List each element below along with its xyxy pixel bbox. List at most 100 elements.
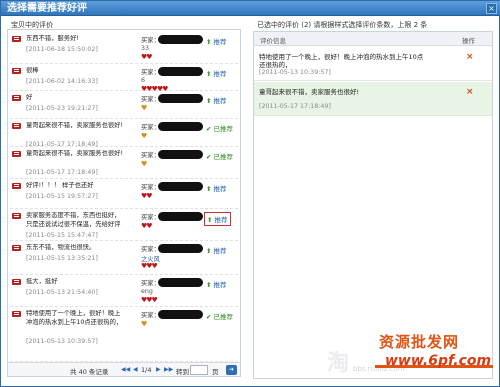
buyer-credit-hearts-icon: ♥ xyxy=(141,132,147,140)
next-page-icon[interactable]: ▶ xyxy=(156,366,161,373)
selected-review-row: 童哥起来很不错，卖家服务也很好! [2011-05-17 17:18:49] × xyxy=(254,82,492,116)
review-row: 卖家服务态度不错，东西也挺好，只是还说试过很不保温，先给好评 [2011-05-1… xyxy=(10,210,238,241)
last-page-icon[interactable]: ▶▶ xyxy=(164,366,173,373)
review-flag-icon xyxy=(12,213,21,219)
review-date: [2011-05-17 17:18:49] xyxy=(26,141,98,148)
dialog-title: 选择需要推荐好评 xyxy=(7,3,87,14)
buyer-extra: 6 xyxy=(141,77,146,84)
page-input[interactable] xyxy=(190,365,208,375)
selected-review-text: 特地使用了一个晚上，很好！晚上冲泡的热水到上午10点还很热的， xyxy=(259,53,424,69)
buyer-name-redacted xyxy=(158,244,203,253)
recommended-status: ✔ 已推荐 xyxy=(206,123,233,133)
go-button[interactable]: ➜ xyxy=(226,365,237,375)
recommend-label: 推荐 xyxy=(213,70,227,78)
review-row: 挺大，挺好 [2011-05-13 21:54:40] 买家： eng ♥♥♥ ⬆ 推荐 xyxy=(10,276,238,307)
up-arrow-icon: ⬆ xyxy=(206,185,212,193)
review-flag-icon xyxy=(12,183,21,189)
check-icon: ✔ xyxy=(206,313,212,321)
page-unit-label: 页 xyxy=(212,368,219,376)
recommend-button[interactable]: ⬆ 推荐 xyxy=(206,245,227,255)
review-text: 特地使用了一个晚上，很好！晚上冲泡的热水到上午10点还很热的， xyxy=(26,310,123,326)
buyer-name-redacted xyxy=(158,35,203,44)
review-flag-icon xyxy=(12,311,21,317)
recommend-button[interactable]: ⬆ 推荐 xyxy=(206,68,227,78)
buyer-extra: 33 xyxy=(141,45,150,52)
pager: 共 40 条记录 ◀◀ ◀ 1/4 ▶ ▶▶ 转到 页 ➜ xyxy=(8,362,240,376)
check-icon: ✔ xyxy=(206,153,212,161)
watermark: 淘 bbs.ruanz.com 资源批发网 www.6pf.com xyxy=(313,331,493,379)
review-date: [2011-05-15 13:35:21] xyxy=(26,255,98,262)
review-row: 很棒 [2011-06-02 14:16:33] 买家： 6 ♥♥♥♥♥ ⬆ 推荐 xyxy=(10,65,238,93)
recommended-status: ✔ 已推荐 xyxy=(206,151,233,161)
review-date: [2011-06-18 15:50:02] xyxy=(26,46,98,53)
buyer-name-redacted xyxy=(158,310,203,319)
recommended-label: 已推荐 xyxy=(213,313,234,321)
buyer-credit-hearts-icon: ♥♥♥ xyxy=(141,296,158,304)
pager-current: 1/4 xyxy=(141,366,152,374)
recommend-button[interactable]: ⬆ 推荐 xyxy=(206,95,227,105)
recommended-label: 已推荐 xyxy=(213,153,234,161)
review-text: 东西不错，服务好! xyxy=(26,35,79,42)
buyer-name-redacted xyxy=(158,67,203,76)
recommend-button[interactable]: ⬆ 推荐 xyxy=(206,183,227,193)
review-text: 挺大，挺好 xyxy=(26,278,58,285)
selected-review-date: [2011-05-13 10:39:57] xyxy=(259,69,331,76)
selected-review-date: [2011-05-17 17:18:49] xyxy=(259,103,331,110)
up-arrow-icon: ⬆ xyxy=(206,97,212,105)
watermark-line1: 资源批发网 xyxy=(379,333,460,351)
remove-icon[interactable]: × xyxy=(466,52,474,62)
recommend-label: 推荐 xyxy=(213,38,227,46)
watermark-faint: 淘 xyxy=(327,351,350,376)
recommend-button[interactable]: ⬆ 推荐 xyxy=(204,212,231,226)
selected-reviews-panel: 评价信息 操作 特地使用了一个晚上，很好！晚上冲泡的热水到上午10点还很热的，[… xyxy=(253,31,493,379)
up-arrow-icon: ⬆ xyxy=(206,247,212,255)
review-flag-icon xyxy=(12,123,21,129)
up-arrow-icon: ⬆ xyxy=(206,70,212,78)
review-text: 很棒 xyxy=(26,67,39,74)
review-date: [2011-05-23 19:21:27] xyxy=(26,105,98,112)
close-icon[interactable]: × xyxy=(486,3,497,14)
up-arrow-icon: ⬆ xyxy=(207,216,213,224)
recommend-label: 推荐 xyxy=(213,281,227,289)
review-row: 东东不错，物流也很快。 [2011-05-15 13:35:21] 买家： 之火风 ♥♥… xyxy=(10,242,238,275)
right-panel-heading: 已选中的评价 (2) 请根据样式选择评价条数，上限 2 条 xyxy=(257,21,428,29)
selected-table-header: 评价信息 操作 xyxy=(254,32,492,46)
review-date: [2011-05-13 10:39:57] xyxy=(26,338,98,345)
review-row: 童哥起来很不错，卖家服务也很好! [2011-05-17 17:18:49] 买家：… xyxy=(10,148,238,179)
buyer-extra: eng xyxy=(141,288,153,295)
goto-label: 转到 xyxy=(176,368,189,376)
buyer-credit-hearts-icon: ♥ xyxy=(141,104,147,112)
review-row: 特地使用了一个晚上，很好！晚上冲泡的热水到上午10点还很热的， [2011-05-… xyxy=(10,308,238,362)
review-text: 东东不错，物流也很快。 xyxy=(26,244,96,251)
review-date: [2011-05-13 21:54:40] xyxy=(26,289,98,296)
review-row: 东西不错，服务好! [2011-06-18 15:50:02] 买家： 33 ♥♥ ⬆ 推… xyxy=(10,33,238,64)
pager-total: 共 40 条记录 xyxy=(70,368,109,376)
remove-icon[interactable]: × xyxy=(466,87,474,97)
review-text: 好 xyxy=(26,94,33,101)
buyer-name-redacted xyxy=(158,94,203,103)
up-arrow-icon: ⬆ xyxy=(206,38,212,46)
prev-page-icon[interactable]: ◀ xyxy=(133,366,138,373)
buyer-credit-hearts-icon: ♥♥ xyxy=(141,53,153,61)
up-arrow-icon: ⬆ xyxy=(206,281,212,289)
first-page-icon[interactable]: ◀◀ xyxy=(121,366,130,373)
recommend-button[interactable]: ⬆ 推荐 xyxy=(206,36,227,46)
col-op-header: 操作 xyxy=(462,37,475,45)
buyer-credit-hearts-icon: ♥♥ xyxy=(141,222,153,230)
selected-review-row: 特地使用了一个晚上，很好！晚上冲泡的热水到上午10点还很热的， [2011-05-… xyxy=(254,47,492,81)
product-reviews-list: 东西不错，服务好! [2011-06-18 15:50:02] 买家： 33 ♥♥ ⬆ 推… xyxy=(7,29,241,377)
review-row: 好 [2011-05-23 19:21:27] 买家： ♥ ⬆ 推荐 xyxy=(10,92,238,119)
buyer-name-redacted xyxy=(158,278,203,287)
review-text: 童哥起来很不错，卖家服务也很好! xyxy=(26,122,123,129)
review-date: [2011-06-02 14:16:33] xyxy=(26,78,98,85)
recommend-label: 推荐 xyxy=(213,185,227,193)
recommend-button[interactable]: ⬆ 推荐 xyxy=(206,279,227,289)
recommended-label: 已推荐 xyxy=(213,125,234,133)
buyer-credit-hearts-icon: ♥ xyxy=(141,160,147,168)
recommended-status: ✔ 已推荐 xyxy=(206,311,233,321)
review-flag-icon xyxy=(12,68,21,74)
buyer-name-redacted xyxy=(158,212,203,221)
buyer-name-redacted xyxy=(158,150,203,159)
buyer-credit-hearts-icon: ♥♥ xyxy=(141,192,153,200)
review-date: [2011-05-15 15:47:47] xyxy=(26,232,98,239)
